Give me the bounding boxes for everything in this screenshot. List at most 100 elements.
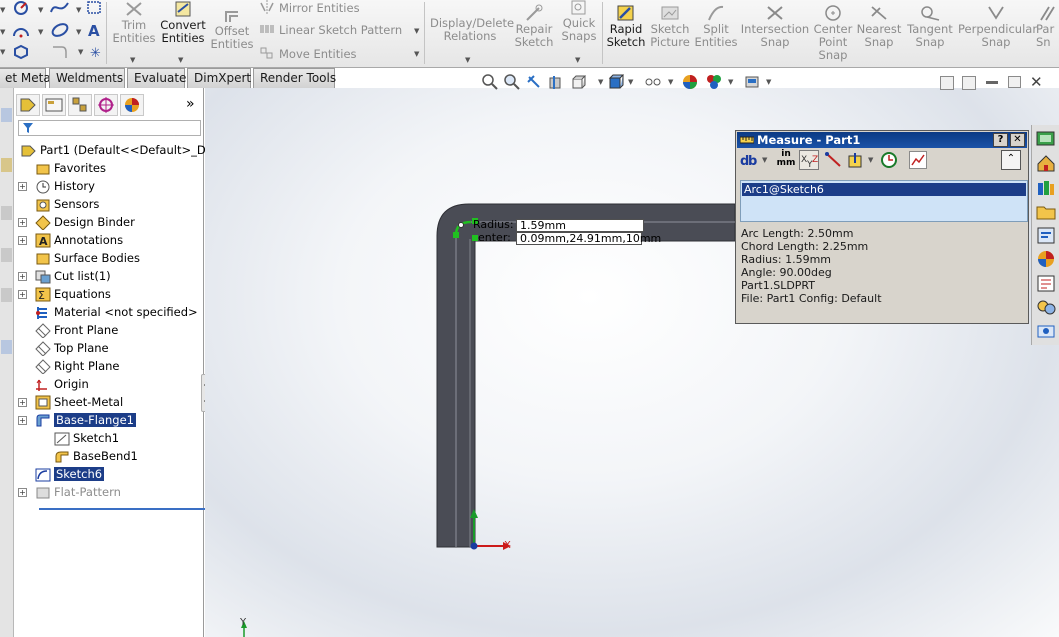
text-icon[interactable]: A [86,22,104,40]
center-point-snap-button[interactable]: Center Point Snap [812,4,854,62]
previous-view-icon[interactable] [526,74,542,90]
recordings-icon[interactable] [1035,321,1057,342]
arc-icon[interactable] [12,22,30,38]
minimize-icon[interactable] [986,81,998,84]
intersection-snap-button[interactable]: Intersection Snap [740,4,810,49]
section-view-icon[interactable] [548,74,564,90]
fillet-icon[interactable] [50,44,68,60]
quick-snaps-button[interactable]: Quick Snaps [560,0,598,43]
selection-list[interactable]: Arc1@Sketch6 [740,180,1028,222]
close-icon[interactable]: ✕ [1030,73,1043,91]
tangent-snap-button[interactable]: Tangent Snap [904,4,956,49]
offset-entities-button[interactable]: Offset Entities [210,6,254,51]
solidworks-resources-icon[interactable] [1035,129,1057,150]
expand-toggle-icon[interactable]: + [18,236,27,245]
configuration-manager-tab[interactable] [68,94,92,116]
create-sensor-icon[interactable] [880,151,898,169]
forum-icon[interactable] [1035,297,1057,318]
selected-entity[interactable]: Arc1@Sketch6 [742,183,1026,196]
caret-down-icon[interactable]: ▼ [668,78,673,86]
measure-title-bar[interactable]: Measure - Part1 ? ✕ [737,132,1027,148]
close-button[interactable]: ✕ [1010,133,1025,147]
projected-on-icon[interactable] [847,151,865,169]
design-library-icon[interactable] [1035,177,1057,198]
repair-sketch-button[interactable]: Repair Sketch [512,4,556,49]
caret-down-icon[interactable]: ▼ [728,78,733,86]
perpendicular-snap-button[interactable]: Perpendicular Snap [958,4,1037,49]
toolbar-icon[interactable] [1,340,12,354]
spline-icon[interactable] [50,0,69,16]
parallel-snap-button[interactable]: Par Sn [1036,4,1059,49]
appearances-icon[interactable] [1035,249,1057,270]
caret-down-icon[interactable]: ▼ [76,6,81,14]
help-button[interactable]: ? [993,133,1008,147]
expand-toggle-icon[interactable]: + [18,398,27,407]
nearest-snap-button[interactable]: Nearest Snap [856,4,902,49]
rectangle-icon[interactable] [86,0,104,16]
linear-sketch-pattern-button[interactable]: Linear Sketch Pattern [259,22,402,37]
expand-toggle-icon[interactable]: + [18,182,27,191]
apply-scene-icon[interactable] [706,74,722,90]
tab-dimxpert[interactable]: DimXpert [187,68,251,88]
caret-down-icon[interactable]: ▼ [78,48,83,56]
view-settings-icon[interactable] [744,74,760,90]
show-xyz-measurements-icon[interactable]: XYZ [799,150,819,170]
mirror-entities-button[interactable]: Mirror Entities [259,0,360,15]
arc-endpoint-handle[interactable] [453,232,459,238]
toolbar-icon[interactable] [1,206,12,220]
caret-down-icon[interactable]: ▼ [598,78,603,86]
units-precision-button[interactable]: in mm [775,150,797,170]
hide-show-items-icon[interactable] [644,74,661,90]
expand-toggle-icon[interactable]: + [18,290,27,299]
property-manager-tab[interactable] [42,94,66,116]
caret-down-icon[interactable]: ▼ [38,6,43,14]
expand-toggle-icon[interactable]: + [18,218,27,227]
ellipse-icon[interactable] [50,22,69,38]
smart-dimension-icon[interactable] [12,0,30,16]
sheet-metal-body[interactable] [436,203,736,548]
display-style-icon[interactable] [608,74,625,90]
measurement-history-icon[interactable] [909,151,927,169]
arc-midpoint[interactable] [458,222,464,228]
toolbar-icon[interactable] [1,158,12,172]
expand-toggle-icon[interactable]: + [18,416,27,425]
split-entities-button[interactable]: Split Entities [694,4,738,49]
dimxpert-manager-tab[interactable] [94,94,118,116]
tile-horizontal-icon[interactable] [940,76,954,90]
home-icon[interactable] [1035,153,1057,174]
sketch-picture-button[interactable]: Sketch Picture [648,4,692,49]
center-callout[interactable]: enter: 0.09mm,24.91mm,10mm [478,232,661,245]
edit-appearance-icon[interactable] [682,74,698,90]
convert-entities-button[interactable]: Convert Entities [160,0,206,45]
expand-toggle-icon[interactable]: + [18,272,27,281]
caret-down-icon[interactable]: ▼ [130,56,135,64]
collapse-dialog-button[interactable]: ⌃ [1001,150,1021,170]
tab-render-tools[interactable]: Render Tools [253,68,336,88]
caret-down-icon[interactable]: ▼ [76,28,81,36]
point-to-point-icon[interactable] [825,151,843,169]
expand-toggle-icon[interactable]: + [18,488,27,497]
point-icon[interactable]: ✳ [88,44,106,61]
feature-manager-tab[interactable] [16,94,40,116]
display-delete-relations-button[interactable]: Display/Delete Relations [430,4,514,43]
caret-down-icon[interactable]: ▼ [178,56,183,64]
rapid-sketch-button[interactable]: Rapid Sketch [606,4,646,49]
caret-down-icon[interactable]: ▼ [0,48,5,56]
caret-down-icon[interactable]: ▼ [38,28,43,36]
view-orientation-icon[interactable] [570,74,587,90]
caret-down-icon[interactable]: ▼ [575,56,580,64]
restore-icon[interactable] [1008,76,1021,88]
toolbar-icon[interactable] [1,288,12,302]
trim-entities-button[interactable]: Trim Entities [112,0,156,45]
caret-down-icon[interactable]: ▼ [465,56,470,64]
rollback-bar[interactable] [39,508,221,510]
polygon-icon[interactable] [12,44,30,60]
display-manager-tab[interactable] [120,94,144,116]
caret-down-icon[interactable]: ▼ [414,50,419,58]
zoom-to-fit-icon[interactable] [482,74,498,90]
caret-down-icon[interactable]: ▼ [0,6,5,14]
tile-vertical-icon[interactable] [962,76,976,90]
move-entities-button[interactable]: Move Entities [259,46,357,61]
tab-weldments[interactable]: Weldments [49,68,125,88]
tab-sheet-metal[interactable]: et Metal [0,68,54,88]
